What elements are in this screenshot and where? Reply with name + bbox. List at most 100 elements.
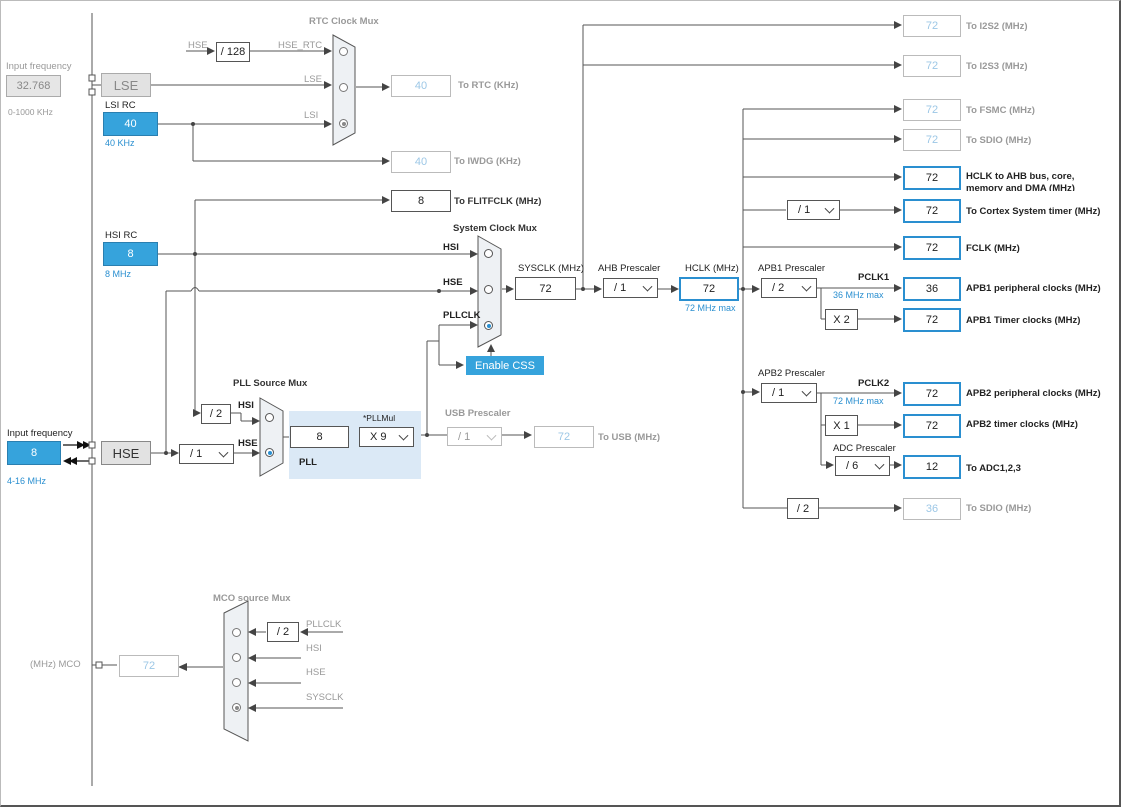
lsi-field[interactable]: 40 [103,112,158,136]
sdio1-output-label: To SDIO (MHz) [966,135,1032,146]
pll-mul-select[interactable]: X 9 [359,427,414,447]
rtc-mux-title: RTC Clock Mux [309,16,379,27]
chevron-down-icon [486,430,497,441]
pll-mul-value: X 9 [370,431,387,443]
fsmc-output: 72 [903,99,961,121]
hclk-label: HCLK (MHz) [685,263,739,274]
sysmux-pllclk-radio[interactable] [484,321,493,330]
ahb-prescaler-value: / 1 [614,282,627,294]
pll-source-mux-title: PLL Source Mux [233,378,308,389]
flitf-output: 8 [391,190,451,212]
rtc-lse-radio[interactable] [339,83,348,92]
apb1-peripheral-output[interactable]: 36 [903,277,961,301]
mco-pllclk-label: PLLCLK [306,619,342,630]
apb1-prescaler-label: APB1 Prescaler [758,263,826,274]
lse-input-field[interactable]: 32.768 [6,75,61,97]
apb2-peripheral-output[interactable]: 72 [903,382,961,406]
cortex-divider-select[interactable]: / 1 [787,200,840,220]
cortex-divider-value: / 1 [798,204,811,216]
apb2-timer-multiplier: X 1 [825,415,858,436]
mco-pllclk-radio[interactable] [232,628,241,637]
sysclk-label: SYSCLK (MHz) [518,263,584,274]
sysmux-hsi-label: HSI [443,242,459,253]
adc-output-label: To ADC1,2,3 [966,463,1021,474]
lse-range: 0-1000 KHz [8,107,53,117]
iwdg-output-label: To IWDG (KHz) [454,156,521,167]
sysmux-hse-radio[interactable] [484,285,493,294]
mco-hsi-radio[interactable] [232,653,241,662]
rtc-output: 40 [391,75,451,97]
fclk-output[interactable]: 72 [903,236,961,260]
pll-hse-radio[interactable] [265,448,274,457]
mco-sysclk-label: SYSCLK [306,692,344,703]
pclk2-label: PCLK2 [858,378,890,389]
adc-prescaler-value: / 6 [846,460,859,472]
pll-hsi-label: HSI [238,400,254,411]
chevron-down-icon [824,203,835,214]
pll-hsi-radio[interactable] [265,413,274,422]
rtc-lsi-radio[interactable] [339,119,348,128]
hsi-field[interactable]: 8 [103,242,158,266]
lse-oscillator[interactable]: LSE [101,73,151,97]
fclk-output-label: FCLK (MHz) [966,243,1020,254]
rtc-output-label: To RTC (KHz) [458,80,519,91]
mco-output: 72 [119,655,179,677]
hsi-freq: 8 MHz [105,269,132,279]
hse-input-field[interactable]: 8 [7,441,61,465]
sysmux-hsi-radio[interactable] [484,249,493,258]
mco-hse-label: HSE [306,667,326,678]
pclk1-label: PCLK1 [858,272,890,283]
apb2-peripheral-label: APB2 peripheral clocks (MHz) [966,388,1101,399]
hsi-label: HSI RC [105,230,138,241]
mco-hse-radio[interactable] [232,678,241,687]
apb1-timer-label: APB1 Timer clocks (MHz) [966,315,1081,326]
sysmux-hse-label: HSE [443,277,463,288]
ahb-prescaler-select[interactable]: / 1 [603,278,658,298]
pll-hsi-divider: / 2 [201,404,231,424]
hse-input-label: Input frequency [7,428,73,439]
lsi-label: LSI RC [105,100,136,111]
apb1-peripheral-label: APB1 peripheral clocks (MHz) [966,283,1101,294]
sdio-divider: / 2 [787,498,819,519]
pclk1-max: 36 MHz max [833,290,884,300]
rtc-hse-label: HSE [188,40,208,51]
apb1-timer-output[interactable]: 72 [903,308,961,332]
apb2-prescaler-label: APB2 Prescaler [758,368,826,379]
sdio1-output: 72 [903,129,961,151]
hclk-bus-label-line1: HCLK to AHB bus, core, [966,171,1075,182]
i2s3-output: 72 [903,55,961,77]
sysclk-field[interactable]: 72 [515,277,576,300]
adc-prescaler-select[interactable]: / 6 [835,456,890,476]
pll-mux-shape [259,397,284,477]
apb2-timer-output[interactable]: 72 [903,414,961,438]
hclk-bus-output[interactable]: 72 [903,166,961,190]
pclk2-max: 72 MHz max [833,396,884,406]
apb2-prescaler-value: / 1 [772,387,785,399]
system-clock-mux-title: System Clock Mux [453,223,537,234]
apb1-timer-multiplier: X 2 [825,309,858,330]
pll-label: PLL [299,457,317,468]
i2s3-output-label: To I2S3 (MHz) [966,61,1028,72]
enable-css-button[interactable]: Enable CSS [466,356,544,375]
clock-configuration-diagram: Input frequency 32.768 0-1000 KHz LSE LS… [0,0,1121,807]
apb2-prescaler-select[interactable]: / 1 [761,383,817,403]
pll-input-field[interactable]: 8 [290,426,349,448]
sdio2-output: 36 [903,498,961,520]
cortex-output[interactable]: 72 [903,199,961,223]
apb1-prescaler-select[interactable]: / 2 [761,278,817,298]
i2s2-output: 72 [903,15,961,37]
rtc-hse-divider: / 128 [216,42,250,62]
iwdg-output: 40 [391,151,451,173]
hclk-field[interactable]: 72 [679,277,739,301]
hse-oscillator[interactable]: HSE [101,441,151,465]
mco-pll-divider: / 2 [267,622,299,642]
rtc-lse-label: LSE [304,74,322,85]
pll-mul-label: *PLLMul [363,413,396,423]
mco-sysclk-radio[interactable] [232,703,241,712]
pll-hse-label: HSE [238,438,258,449]
usb-prescaler-select[interactable]: / 1 [447,427,502,446]
adc-output[interactable]: 12 [903,455,961,479]
pll-hse-divider-select[interactable]: / 1 [179,444,234,464]
usb-output-label: To USB (MHz) [598,432,661,443]
rtc-hse-radio[interactable] [339,47,348,56]
